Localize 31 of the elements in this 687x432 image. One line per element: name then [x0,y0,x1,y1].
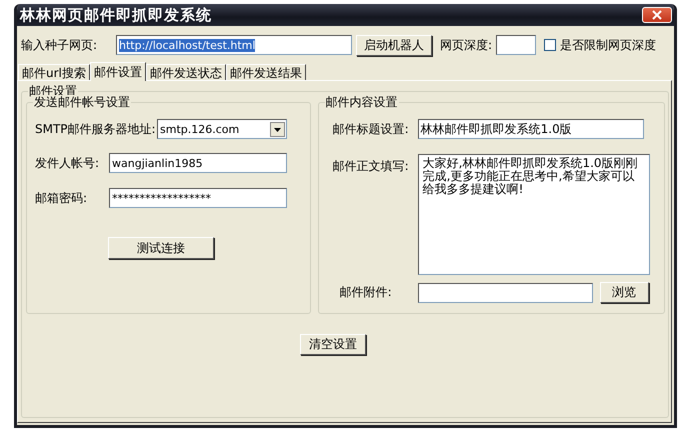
depth-label: 网页深度: [440,36,492,54]
clear-settings-button[interactable]: 清空设置 [300,334,366,355]
sender-field[interactable]: wangjianlin1985 [109,153,287,173]
password-field[interactable]: ****************** [109,188,287,208]
tab[interactable]: 邮件发送状态 [146,64,226,80]
attachment-field[interactable] [418,282,593,302]
seed-url-field[interactable]: http://localhost/test.html [116,35,352,55]
attachment-label: 邮件附件: [340,284,393,301]
close-icon [651,10,663,20]
subject-field[interactable]: 林林邮件即抓即发系统1.0版 [418,119,644,139]
start-robot-button[interactable]: 启动机器人 [356,34,432,56]
group-title: 发送邮件帐号设置 [33,95,131,109]
tab[interactable]: 邮件url搜索 [18,64,90,80]
seed-url-label: 输入种子网页: [21,36,98,54]
smtp-label: SMTP邮件服务器地址: [35,120,157,138]
password-label: 邮箱密码: [35,190,88,206]
window-title: 林林网页邮件即抓即发系统 [20,6,212,24]
group-title: 邮件内容设置 [324,95,399,109]
smtp-dropdown[interactable]: smtp.126.com [157,119,287,139]
tab[interactable]: 邮件设置 [90,62,146,81]
subject-label: 邮件标题设置: [332,120,410,138]
tab[interactable]: 邮件发送结果 [226,64,306,80]
depth-field[interactable] [496,35,536,55]
close-button[interactable] [642,7,672,23]
limit-depth-label: 是否限制网页深度 [560,36,656,54]
body-text-area[interactable]: 大家好,林林邮件即抓即发系统1.0版刚刚完成,更多功能正在思考中,希望大家可以给我多多提建议啊! [418,154,650,275]
test-connection-button[interactable]: 测试连接 [108,237,214,259]
browse-button[interactable]: 浏览 [600,282,649,303]
sender-label: 发件人帐号: [35,154,100,172]
limit-depth-checkbox[interactable] [544,39,556,51]
body-label: 邮件正文填写: [332,158,410,175]
